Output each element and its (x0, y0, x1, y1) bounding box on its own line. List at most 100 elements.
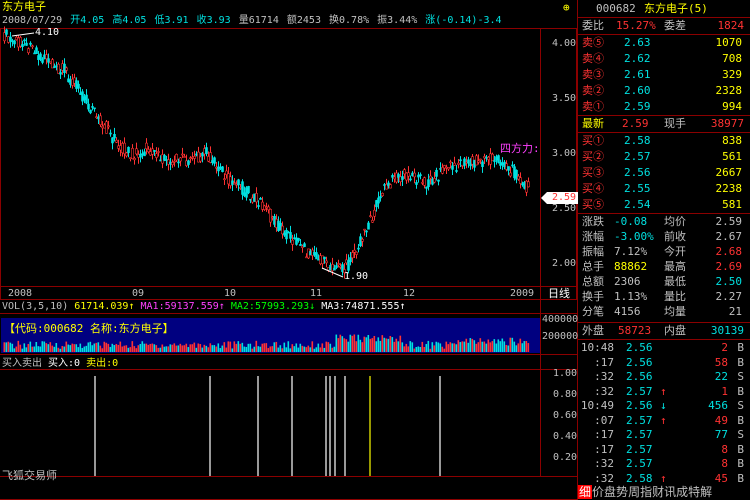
tick-row[interactable]: :17 2.56 58 B (578, 355, 748, 370)
ind-tick-1.00: 1.00 (553, 368, 578, 379)
candle-body (31, 45, 34, 48)
kline-chart[interactable] (0, 0, 578, 500)
candle-body (13, 40, 16, 45)
quote-code: 000682 (596, 2, 636, 15)
candle-body (79, 92, 82, 95)
tick-list[interactable]: 10:48 2.56 2 B:17 2.56 58 B:32 2.56 22 S:32 2.57 ↑ 1… (578, 340, 750, 485)
volume-bar (341, 336, 344, 352)
candle-body (89, 109, 92, 114)
candle-body (367, 222, 370, 230)
tab-item[interactable]: 指 (640, 485, 652, 499)
tick-row[interactable]: :07 2.57 ↑ 49 B (578, 413, 748, 428)
volume-bar (105, 342, 108, 352)
buy-level-1[interactable]: 买① 2.58 838 (578, 133, 748, 149)
candle-body (27, 48, 30, 54)
volume-bar (197, 343, 200, 352)
tab-item[interactable]: 盘 (604, 485, 616, 499)
buy-level-price: 2.57 (624, 150, 651, 163)
tick-row[interactable]: :32 2.57 ↑ 1 B (578, 384, 748, 399)
volume-bar (511, 337, 514, 352)
volume-bar (257, 346, 260, 352)
candle-body (423, 177, 426, 186)
tab-item[interactable]: 价 (592, 485, 604, 499)
stat-value: 1.13% (614, 290, 648, 303)
candle-body (371, 219, 374, 223)
candle-body (113, 134, 116, 139)
sell-level-volume: 708 (722, 52, 742, 65)
volume-bar (317, 343, 320, 352)
volume-bar (471, 338, 474, 352)
tick-side: S (737, 428, 744, 441)
candle-body (269, 208, 272, 223)
candle-body (315, 252, 318, 260)
volume-bar (63, 346, 66, 352)
tick-row[interactable]: :17 2.57 77 S (578, 427, 748, 442)
volume-bar (161, 344, 164, 352)
tick-row[interactable]: :17 2.57 8 B (578, 442, 748, 457)
candle-body (145, 142, 148, 149)
xianshou-label: 现手 (664, 117, 686, 130)
tick-row[interactable]: :32 2.57 8 B (578, 456, 748, 471)
tab-item[interactable]: 讯 (664, 485, 676, 499)
tick-row[interactable]: 10:49 2.56 ↓ 456 S (578, 398, 748, 413)
vol-tick-400000: 400000 (542, 314, 579, 325)
candle-body (475, 155, 478, 166)
buy-level-label: 买③ (582, 166, 604, 179)
buy-level-4[interactable]: 买④ 2.55 2238 (578, 181, 748, 197)
chart-area[interactable]: 东方电子 2008/07/29 开4.05 高4.05 低3.91 收3.93 … (0, 0, 578, 500)
buy-level-2[interactable]: 买② 2.57 561 (578, 149, 748, 165)
volume-bar (263, 343, 266, 352)
sell-level-5[interactable]: 卖① 2.59 994 (578, 99, 748, 115)
buy-level-5[interactable]: 买⑤ 2.54 581 (578, 197, 748, 213)
tab-item[interactable]: 财 (652, 485, 664, 499)
tab-item[interactable]: 特 (688, 485, 700, 499)
candle-body (153, 150, 156, 152)
volume-bar (421, 341, 424, 352)
weibi-label: 委比 (582, 19, 604, 32)
candle-body (73, 77, 76, 84)
candle-body (143, 151, 146, 157)
volume-bar (521, 343, 524, 352)
volume-bar (355, 341, 358, 352)
tab-item[interactable]: 成 (676, 485, 688, 499)
volume-bar (41, 341, 44, 352)
volume-bar (117, 344, 120, 352)
tick-time: :32 (594, 370, 614, 383)
candle-body (119, 145, 122, 151)
candle-body (191, 156, 194, 159)
sell-level-3[interactable]: 卖③ 2.61 329 (578, 67, 748, 83)
tick-time: 10:49 (580, 399, 614, 412)
volume-bar (307, 345, 310, 352)
volume-bar (349, 334, 352, 352)
candle-body (227, 173, 230, 185)
tick-row[interactable]: :32 2.56 22 S (578, 369, 748, 384)
candle-body (147, 149, 150, 153)
volume-bar (71, 343, 74, 352)
candle-body (211, 160, 214, 164)
stat-label: 今开 (664, 245, 686, 258)
tick-arrow: ↓ (660, 399, 667, 412)
bottom-tabs: 细价盘势周指财讯成特解 (578, 484, 750, 500)
volume-bar (65, 341, 68, 352)
tab-detail[interactable]: 细 (578, 485, 593, 499)
stat-label: 分笔 (582, 305, 604, 318)
sell-level-volume: 2328 (715, 84, 743, 97)
candle-body (221, 166, 224, 172)
tab-item[interactable]: 解 (700, 485, 712, 499)
tab-item[interactable]: 势 (616, 485, 628, 499)
tick-volume: 77 (714, 428, 728, 441)
tab-item[interactable]: 周 (628, 485, 640, 499)
sell-level-1[interactable]: 卖⑤ 2.63 1070 (578, 35, 748, 51)
buy-level-3[interactable]: 买③ 2.56 2667 (578, 165, 748, 181)
volume-bar (9, 342, 12, 352)
sell-level-4[interactable]: 卖② 2.60 2328 (578, 83, 748, 99)
buy-level-volume: 581 (722, 198, 742, 211)
candle-body (235, 183, 238, 186)
vol-ma2: MA2:57993.293 (230, 301, 310, 312)
candle-body (447, 167, 450, 170)
period-label[interactable]: 日线 (548, 288, 570, 300)
sell-level-2[interactable]: 卖④ 2.62 708 (578, 51, 748, 67)
volume-bar (439, 343, 442, 352)
candle-body (355, 251, 358, 255)
tick-row[interactable]: 10:48 2.56 2 B (578, 340, 748, 355)
